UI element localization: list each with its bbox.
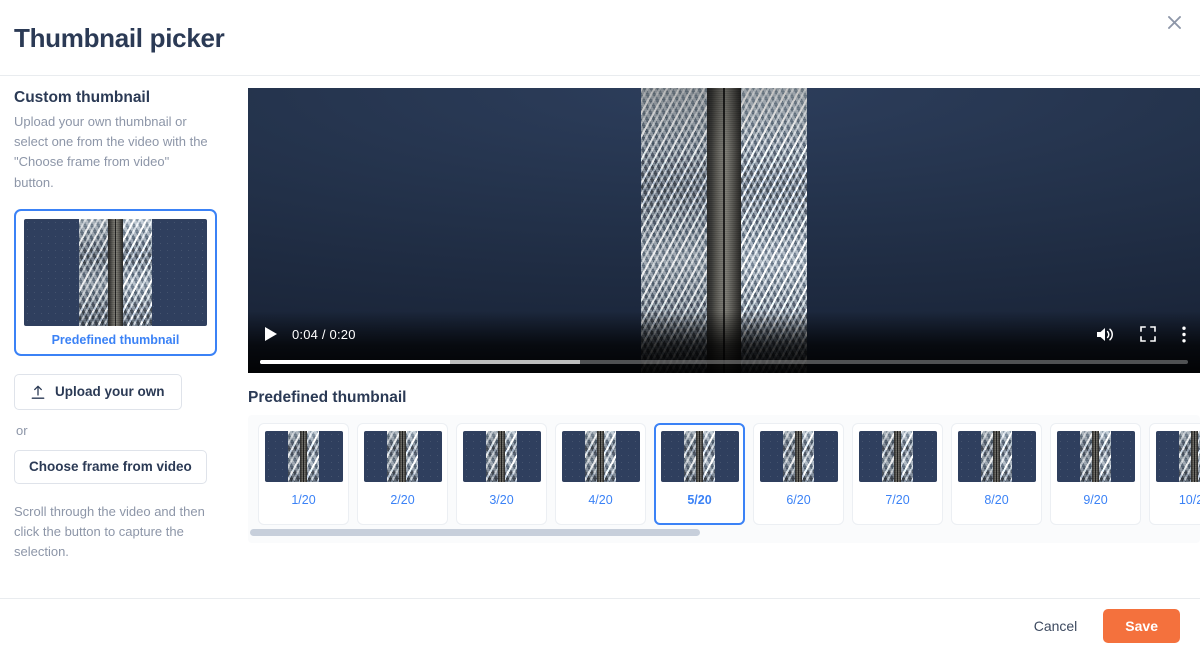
predefined-thumbnail-track: 1/20 2/20 3/20 4/20 5/20 6/20 7/20 8/20 … xyxy=(248,422,1200,525)
thumbnail-frame-preview xyxy=(858,430,937,482)
thumbnail-frame-6[interactable]: 6/20 xyxy=(753,422,844,525)
close-icon[interactable] xyxy=(1160,8,1188,36)
thumbnail-frame-10[interactable]: 10/20 xyxy=(1149,422,1200,525)
thumbnail-frame-label: 2/20 xyxy=(390,492,415,507)
thumbnail-strip-scrollbar-thumb[interactable] xyxy=(250,528,701,536)
video-controls: 0:04 / 0:20 xyxy=(248,311,1200,373)
or-separator-label: or xyxy=(16,423,28,439)
thumbnail-frame-preview xyxy=(363,430,442,482)
custom-thumbnail-heading: Custom thumbnail xyxy=(14,89,151,106)
thumbnail-frame-label: 9/20 xyxy=(1083,492,1108,507)
capture-hint-text: Scroll through the video and then click … xyxy=(14,504,205,560)
thumbnail-frame-3[interactable]: 3/20 xyxy=(456,422,547,525)
thumbnail-frame-label: 1/20 xyxy=(291,492,316,507)
upload-icon xyxy=(31,385,45,400)
save-button[interactable]: Save xyxy=(1103,609,1180,643)
predefined-thumbnail-strip: 1/20 2/20 3/20 4/20 5/20 6/20 7/20 8/20 … xyxy=(248,414,1200,543)
page-title: Thumbnail picker xyxy=(14,22,225,53)
thumbnail-frame-label: 10/20 xyxy=(1178,492,1200,507)
video-controls-row: 0:04 / 0:20 xyxy=(248,317,1200,351)
thumbnail-frame-label: 6/20 xyxy=(786,492,811,507)
modal-body: Custom thumbnail Upload your own thumbna… xyxy=(0,76,1200,598)
predefined-thumbnail-heading: Predefined thumbnail xyxy=(248,389,407,406)
cancel-button[interactable]: Cancel xyxy=(1018,611,1094,641)
custom-thumbnail-description: Upload your own thumbnail or select one … xyxy=(14,114,208,190)
thumbnail-frame-label: 4/20 xyxy=(588,492,613,507)
thumbnail-frame-1[interactable]: 1/20 xyxy=(258,422,349,525)
play-icon[interactable] xyxy=(264,326,278,342)
video-time-display: 0:04 / 0:20 xyxy=(292,326,356,342)
thumbnail-frame-preview xyxy=(660,430,739,482)
thumbnail-frame-preview xyxy=(264,430,343,482)
thumbnail-frame-9[interactable]: 9/20 xyxy=(1050,422,1141,525)
thumbnail-frame-4[interactable]: 4/20 xyxy=(555,422,646,525)
video-player[interactable]: 0:04 / 0:20 xyxy=(248,88,1200,373)
main-panel: 0:04 / 0:20 Predefined thumbnail 1/20 2/… xyxy=(248,76,1200,598)
thumbnail-frame-8[interactable]: 8/20 xyxy=(951,422,1042,525)
thumbnail-frame-7[interactable]: 7/20 xyxy=(852,422,943,525)
thumbnail-frame-label: 7/20 xyxy=(885,492,910,507)
modal-footer: Cancel Save xyxy=(0,598,1200,653)
video-progress-played xyxy=(260,360,451,364)
choose-frame-from-video-button[interactable]: Choose frame from video xyxy=(14,450,207,485)
custom-thumbnail-sidebar: Custom thumbnail Upload your own thumbna… xyxy=(0,76,248,598)
thumbnail-frame-preview xyxy=(462,430,541,482)
thumbnail-frame-label: 3/20 xyxy=(489,492,514,507)
thumbnail-frame-5[interactable]: 5/20 xyxy=(654,422,745,525)
thumbnail-frame-preview xyxy=(1056,430,1135,482)
predefined-thumbnail-card-label: Predefined thumbnail xyxy=(51,332,180,347)
thumbnail-strip-scrollbar[interactable] xyxy=(248,528,1200,536)
volume-on-icon[interactable] xyxy=(1095,326,1114,343)
more-vertical-icon[interactable] xyxy=(1182,326,1186,343)
modal-header: Thumbnail picker xyxy=(0,0,1200,76)
thumbnail-picker-modal: Thumbnail picker Custom thumbnail Upload… xyxy=(0,0,1200,653)
thumbnail-frame-label: 5/20 xyxy=(687,492,712,507)
upload-your-own-label: Upload your own xyxy=(55,384,165,400)
predefined-thumbnail-preview xyxy=(24,218,207,326)
predefined-thumbnail-card[interactable]: Predefined thumbnail xyxy=(14,208,217,357)
thumbnail-frame-2[interactable]: 2/20 xyxy=(357,422,448,525)
upload-your-own-button[interactable]: Upload your own xyxy=(14,374,182,411)
choose-frame-label: Choose frame from video xyxy=(29,459,192,475)
fullscreen-icon[interactable] xyxy=(1140,326,1156,342)
thumbnail-frame-preview xyxy=(1155,430,1200,482)
video-progress-bar[interactable] xyxy=(260,360,1188,364)
thumbnail-frame-preview xyxy=(561,430,640,482)
thumbnail-frame-label: 8/20 xyxy=(984,492,1009,507)
thumbnail-frame-preview xyxy=(957,430,1036,482)
thumbnail-frame-preview xyxy=(759,430,838,482)
